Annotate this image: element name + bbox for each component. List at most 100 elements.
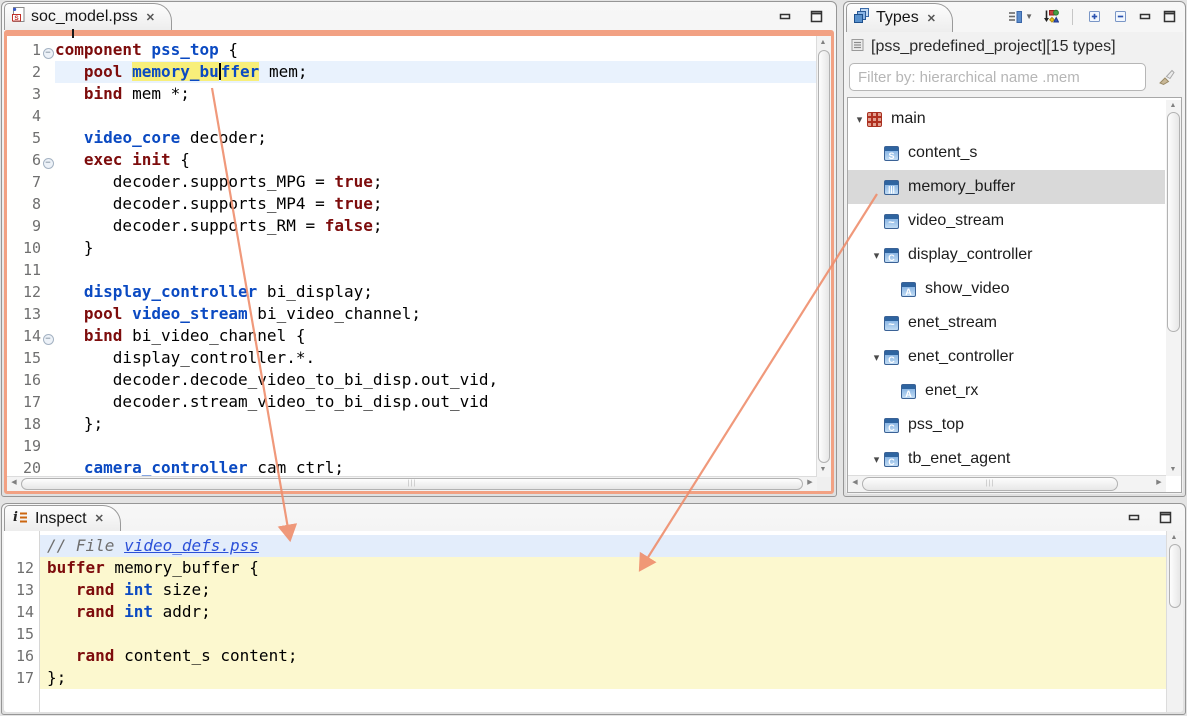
- expand-arrow-icon[interactable]: ▾: [869, 453, 884, 466]
- inspect-code-lines[interactable]: // File video_defs.pss buffer memory_buf…: [40, 531, 1166, 712]
- code-lines[interactable]: component pss_top { pool memory_buffer m…: [55, 36, 817, 477]
- close-icon[interactable]: ✕: [927, 12, 936, 25]
- tree-vertical-scrollbar[interactable]: ▲ ▼: [1166, 100, 1181, 476]
- code-line[interactable]: decoder.decode_video_to_bi_disp.out_vid,: [55, 369, 817, 391]
- tree-horizontal-scrollbar[interactable]: ◀ ||| ▶: [848, 475, 1166, 492]
- code-token: bind: [84, 326, 123, 345]
- tree-item-tb_enet_agent[interactable]: ▾Ctb_enet_agent: [848, 442, 1165, 476]
- code-token: bi_video_channel {: [122, 326, 305, 345]
- inspect-viewport: 121314151617 // File video_defs.pss buff…: [4, 531, 1183, 712]
- tree-item-main[interactable]: ▾main: [848, 102, 1165, 136]
- editor-vertical-scrollbar[interactable]: ▲ ▼: [816, 36, 831, 477]
- expand-arrow-icon[interactable]: ▾: [869, 249, 884, 262]
- scroll-up-icon[interactable]: ▲: [817, 37, 829, 49]
- line-number: 18: [23, 413, 41, 435]
- code-line[interactable]: bind bi_video_channel {: [55, 325, 817, 347]
- tree-item-enet_stream[interactable]: ~enet_stream: [848, 306, 1165, 340]
- scroll-down-icon[interactable]: ▼: [1167, 464, 1179, 476]
- tree-item-memory_buffer[interactable]: |||memory_buffer: [848, 170, 1165, 204]
- scroll-up-icon[interactable]: ▲: [1167, 100, 1179, 112]
- fold-column: −: [41, 39, 55, 61]
- expand-arrow-icon[interactable]: ▾: [852, 113, 867, 126]
- close-icon[interactable]: ✕: [95, 512, 104, 525]
- inspect-tab-title: Inspect: [35, 510, 87, 528]
- tree-item-content_s[interactable]: Scontent_s: [848, 136, 1165, 170]
- fold-collapse-icon[interactable]: −: [43, 158, 54, 169]
- scroll-right-icon[interactable]: ▶: [1153, 477, 1165, 489]
- collapse-all-icon[interactable]: [1112, 8, 1129, 25]
- gutter-row: 6−: [7, 149, 55, 171]
- code-line[interactable]: }: [55, 237, 817, 259]
- scroll-up-icon[interactable]: ▲: [1168, 532, 1180, 544]
- scrollbar-thumb[interactable]: |||: [21, 478, 803, 490]
- code-line[interactable]: [55, 105, 817, 127]
- maximize-icon[interactable]: [1162, 10, 1177, 23]
- code-line[interactable]: [40, 623, 1166, 645]
- expand-arrow-icon[interactable]: ▾: [869, 351, 884, 364]
- code-line[interactable]: };: [40, 667, 1166, 689]
- tree-item-enet_rx[interactable]: Aenet_rx: [848, 374, 1165, 408]
- minimize-icon[interactable]: [1127, 511, 1142, 529]
- code-line[interactable]: component pss_top {: [55, 39, 817, 61]
- code-line[interactable]: decoder.supports_MPG = true;: [55, 171, 817, 193]
- chevron-down-icon[interactable]: ▼: [1025, 12, 1033, 21]
- tab-types[interactable]: Types ✕: [846, 3, 953, 32]
- fold-collapse-icon[interactable]: −: [43, 334, 54, 345]
- tree-item-display_controller[interactable]: ▾Cdisplay_controller: [848, 238, 1165, 272]
- tree-item-enet_controller[interactable]: ▾Cenet_controller: [848, 340, 1165, 374]
- scrollbar-thumb[interactable]: [1169, 544, 1181, 608]
- inspect-window-buttons: [1127, 511, 1173, 529]
- code-line[interactable]: pool video_stream bi_video_channel;: [55, 303, 817, 325]
- scrollbar-thumb[interactable]: [818, 50, 830, 463]
- scroll-left-icon[interactable]: ◀: [849, 477, 861, 489]
- close-icon[interactable]: ✕: [146, 11, 155, 24]
- scroll-left-icon[interactable]: ◀: [8, 477, 20, 489]
- code-area[interactable]: 1−23456−7891011121314−151617181920 compo…: [7, 36, 817, 477]
- code-line[interactable]: decoder.supports_RM = false;: [55, 215, 817, 237]
- inspect-vertical-scrollbar[interactable]: ▲: [1166, 531, 1183, 712]
- code-line[interactable]: display_controller.*.: [55, 347, 817, 369]
- tree-item-pss_top[interactable]: Cpss_top: [848, 408, 1165, 442]
- scroll-down-icon[interactable]: ▼: [817, 464, 829, 476]
- code-line[interactable]: decoder.supports_MP4 = true;: [55, 193, 817, 215]
- customize-view-icon[interactable]: [1042, 9, 1059, 25]
- expand-all-icon[interactable]: [1086, 8, 1103, 25]
- code-line[interactable]: [55, 435, 817, 457]
- code-line[interactable]: };: [55, 413, 817, 435]
- minimize-icon[interactable]: [1138, 11, 1153, 23]
- code-line[interactable]: rand int addr;: [40, 601, 1166, 623]
- component-c-icon: C: [884, 248, 899, 263]
- code-line[interactable]: display_controller bi_display;: [55, 281, 817, 303]
- code-line[interactable]: rand int size;: [40, 579, 1166, 601]
- clear-filter-brush-icon[interactable]: [1158, 68, 1176, 91]
- tab-soc-model[interactable]: S soc_model.pss ✕: [4, 3, 172, 30]
- code-line[interactable]: camera_controller cam ctrl;: [55, 457, 817, 477]
- file-link[interactable]: video_defs.pss: [124, 536, 259, 555]
- maximize-icon[interactable]: [1158, 511, 1173, 529]
- filter-input[interactable]: [849, 63, 1146, 91]
- minimize-icon[interactable]: [778, 10, 793, 28]
- code-line[interactable]: pool memory_buffer mem;: [55, 61, 817, 83]
- code-line[interactable]: [55, 259, 817, 281]
- maximize-icon[interactable]: [809, 10, 824, 28]
- tab-inspect[interactable]: i Inspect ✕: [4, 505, 121, 531]
- code-line[interactable]: buffer memory_buffer {: [40, 557, 1166, 579]
- tree-item-show_video[interactable]: Ashow_video: [848, 272, 1165, 306]
- code-line[interactable]: rand content_s content;: [40, 645, 1166, 667]
- editor-horizontal-scrollbar[interactable]: ◀ ||| ▶: [7, 476, 817, 491]
- code-line[interactable]: video_core decoder;: [55, 127, 817, 149]
- fold-collapse-icon[interactable]: −: [43, 48, 54, 59]
- code-line[interactable]: decoder.stream_video_to_bi_disp.out_vid: [55, 391, 817, 413]
- line-number: 15: [4, 623, 39, 645]
- tree-item-label: tb_enet_agent: [908, 450, 1010, 468]
- scrollbar-thumb[interactable]: |||: [862, 477, 1118, 491]
- scroll-right-icon[interactable]: ▶: [804, 477, 816, 489]
- line-number: 19: [23, 435, 41, 457]
- code-line[interactable]: exec init {: [55, 149, 817, 171]
- tree-item-video_stream[interactable]: ~video_stream: [848, 204, 1165, 238]
- sort-icon[interactable]: ▼: [1007, 9, 1033, 25]
- scrollbar-thumb[interactable]: [1167, 112, 1180, 332]
- inspect-tab-icon: i: [12, 509, 29, 529]
- line-number: 17: [23, 391, 41, 413]
- code-line[interactable]: bind mem *;: [55, 83, 817, 105]
